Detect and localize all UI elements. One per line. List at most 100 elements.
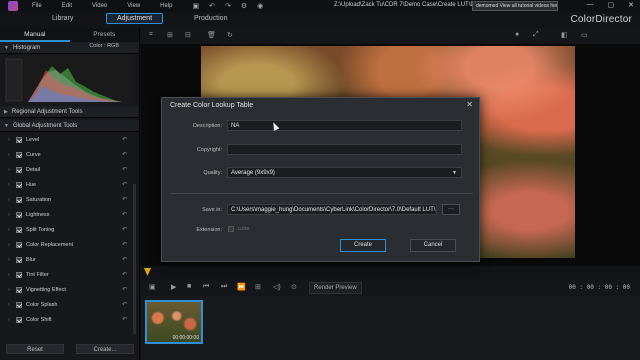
render-preview-button[interactable]: Render Preview bbox=[309, 282, 362, 294]
tool-tint-filter[interactable]: › Tint Filter ↶ bbox=[0, 267, 139, 282]
create-preset-button[interactable]: Create... bbox=[76, 344, 134, 354]
zoom-icon[interactable]: ⤢ bbox=[533, 31, 539, 39]
delete-icon[interactable]: 🗑 bbox=[207, 31, 216, 39]
crop-icon[interactable]: ⌗ bbox=[149, 31, 153, 39]
reset-icon[interactable]: ↶ bbox=[122, 166, 127, 173]
minimize-icon[interactable]: — bbox=[587, 1, 594, 9]
tool-saturation[interactable]: › Saturation ↶ bbox=[0, 192, 139, 207]
fit-icon[interactable]: ● bbox=[515, 31, 519, 38]
reset-icon[interactable]: ↶ bbox=[122, 301, 127, 308]
tool-checkbox[interactable] bbox=[16, 271, 22, 278]
maximize-icon[interactable]: ▢ bbox=[608, 1, 615, 9]
tool-checkbox[interactable] bbox=[16, 181, 22, 188]
tool-checkbox[interactable] bbox=[16, 196, 22, 203]
vr-icon[interactable]: ⊙ bbox=[291, 283, 297, 291]
tool-checkbox[interactable] bbox=[16, 166, 22, 173]
reset-icon[interactable]: ↶ bbox=[122, 136, 127, 143]
tool-checkbox[interactable] bbox=[16, 211, 22, 218]
next-frame-icon[interactable]: ⏭ bbox=[221, 283, 227, 291]
undo-icon[interactable]: ↶ bbox=[209, 2, 215, 10]
collapse-arrow-icon: ▼ bbox=[4, 44, 9, 51]
description-input[interactable]: NA bbox=[227, 120, 462, 131]
tutorial-tooltip[interactable]: demomed View all tutorial videos here! bbox=[472, 1, 558, 11]
quality-dropdown[interactable]: Average (9x9x9) bbox=[227, 167, 462, 178]
tab-library[interactable]: Library bbox=[52, 15, 73, 22]
chevron-right-icon: › bbox=[8, 256, 10, 263]
split-view-icon[interactable]: ◧ bbox=[561, 31, 568, 39]
regional-tools-header[interactable]: ▶ Regional Adjustment Tools bbox=[0, 106, 139, 118]
chevron-right-icon: › bbox=[8, 166, 10, 173]
reset-icon[interactable]: ↶ bbox=[122, 211, 127, 218]
single-view-icon[interactable]: ▭ bbox=[581, 31, 588, 39]
create-button[interactable]: Create bbox=[340, 239, 386, 252]
playhead-marker-icon[interactable] bbox=[144, 268, 151, 276]
tool-checkbox[interactable] bbox=[16, 316, 22, 323]
menu-video[interactable]: Video bbox=[92, 3, 107, 9]
global-tools-header[interactable]: ▼ Global Adjustment Tools bbox=[0, 120, 139, 132]
tool-lightness[interactable]: › Lightness ↶ bbox=[0, 207, 139, 222]
save-icon[interactable]: ▣ bbox=[193, 2, 200, 10]
copyright-input[interactable] bbox=[227, 144, 462, 155]
reset-icon[interactable]: ↶ bbox=[122, 226, 127, 233]
tool-checkbox[interactable] bbox=[16, 151, 22, 158]
tab-adjustment[interactable]: Adjustment bbox=[106, 13, 164, 24]
menu-file[interactable]: File bbox=[32, 3, 42, 9]
histogram-mode2[interactable]: RGB bbox=[107, 43, 119, 49]
play-icon[interactable]: ▶ bbox=[171, 283, 176, 291]
tool-hue[interactable]: › Hue ↶ bbox=[0, 177, 139, 192]
chevron-right-icon: › bbox=[8, 271, 10, 278]
tool-checkbox[interactable] bbox=[16, 226, 22, 233]
reset-icon[interactable]: ↶ bbox=[122, 196, 127, 203]
menu-edit[interactable]: Edit bbox=[62, 3, 72, 9]
tool-vignetting-effect[interactable]: › Vignetting Effect ↶ bbox=[0, 282, 139, 297]
tool-checkbox[interactable] bbox=[16, 241, 22, 248]
tool-level[interactable]: › Level ↶ bbox=[0, 132, 139, 147]
reset-icon[interactable]: ↶ bbox=[122, 241, 127, 248]
settings-icon[interactable]: ⚙ bbox=[241, 2, 247, 10]
tool-color-replacement[interactable]: › Color Replacement ↶ bbox=[0, 237, 139, 252]
rotate-icon[interactable]: ↻ bbox=[227, 31, 233, 39]
histogram-header[interactable]: ▼ Histogram Color : RGB bbox=[0, 42, 139, 54]
tool-checkbox[interactable] bbox=[16, 256, 22, 263]
reset-icon[interactable]: ↶ bbox=[122, 271, 127, 278]
tool-blur[interactable]: › Blur ↶ bbox=[0, 252, 139, 267]
tool-detail[interactable]: › Detail ↶ bbox=[0, 162, 139, 177]
tool-curve[interactable]: › Curve ↶ bbox=[0, 147, 139, 162]
tab-manual[interactable]: Manual bbox=[0, 28, 70, 42]
tool-split-toning[interactable]: › Split Toning ↶ bbox=[0, 222, 139, 237]
reset-button[interactable]: Reset bbox=[6, 344, 64, 354]
project-path: Z:\Upload\Zack Tu\CDR 7\Demo Case\Create… bbox=[334, 2, 484, 8]
tab-presets[interactable]: Presets bbox=[70, 28, 140, 42]
compare-icon[interactable]: ⊞ bbox=[167, 31, 173, 39]
tool-checkbox[interactable] bbox=[16, 301, 22, 308]
close-icon[interactable]: ✕ bbox=[466, 100, 473, 109]
browse-button[interactable]: ··· bbox=[442, 204, 460, 215]
close-icon[interactable]: ✕ bbox=[628, 1, 634, 9]
tool-checkbox[interactable] bbox=[16, 136, 22, 143]
previous-frame-icon[interactable]: ⏮ bbox=[203, 283, 209, 291]
menu-help[interactable]: Help bbox=[160, 3, 172, 9]
fast-forward-icon[interactable]: ⏩ bbox=[237, 283, 246, 291]
histogram-mode[interactable]: Color bbox=[89, 43, 102, 49]
upgrade-icon[interactable]: ◉ bbox=[257, 2, 263, 10]
left-panel-scrollbar[interactable] bbox=[133, 184, 136, 334]
cancel-button[interactable]: Cancel bbox=[410, 239, 456, 252]
align-icon[interactable]: ⊟ bbox=[185, 31, 191, 39]
stop-icon[interactable]: ■ bbox=[187, 283, 191, 290]
save-path-input[interactable]: C:\Users\maggie_hung\Documents\CyberLink… bbox=[227, 204, 437, 215]
reset-icon[interactable]: ↶ bbox=[122, 256, 127, 263]
tool-color-shift[interactable]: › Color Shift ↶ bbox=[0, 312, 139, 327]
tool-checkbox[interactable] bbox=[16, 286, 22, 293]
video-clip-thumbnail[interactable]: 00:00:00:00 bbox=[145, 300, 203, 344]
reset-icon[interactable]: ↶ bbox=[122, 286, 127, 293]
tab-production[interactable]: Production bbox=[194, 15, 227, 22]
reset-icon[interactable]: ↶ bbox=[122, 181, 127, 188]
reset-icon[interactable]: ↶ bbox=[122, 151, 127, 158]
redo-icon[interactable]: ↷ bbox=[225, 2, 231, 10]
snapshot-icon[interactable]: ⊞ bbox=[255, 283, 261, 291]
reset-icon[interactable]: ↶ bbox=[122, 316, 127, 323]
volume-icon[interactable]: ◁) bbox=[273, 283, 281, 291]
timeline-toggle-icon[interactable]: ▣ bbox=[149, 283, 156, 291]
menu-view[interactable]: View bbox=[127, 3, 140, 9]
tool-color-splash[interactable]: › Color Splash ↶ bbox=[0, 297, 139, 312]
